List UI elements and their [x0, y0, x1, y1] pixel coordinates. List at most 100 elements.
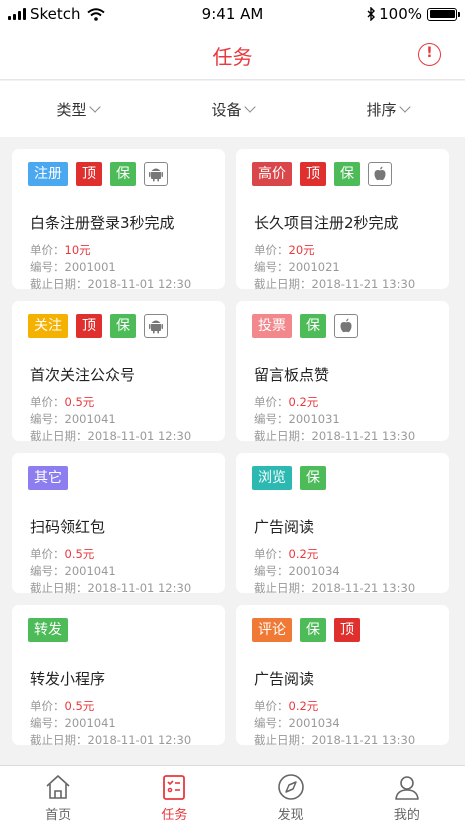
task-tag: 保 [300, 314, 326, 338]
page-title: 任务 [212, 45, 253, 69]
status-right: 100% [367, 5, 460, 23]
task-tag: 转发 [28, 618, 68, 642]
task-price: 单价：20元 [254, 242, 315, 258]
tag-row: 浏览保 [252, 466, 326, 490]
filter-device-label: 设备 [211, 100, 242, 119]
tag-row: 转发 [28, 618, 68, 642]
task-code: 编号：2001001 [30, 259, 116, 275]
task-code: 编号：2001041 [30, 715, 116, 731]
task-price: 单价：0.5元 [30, 546, 94, 562]
task-price-value: 10元 [64, 243, 91, 257]
filter-sort-label: 排序 [366, 100, 397, 119]
task-code: 编号：2001041 [30, 411, 116, 427]
task-price-value: 0.2元 [288, 699, 319, 713]
tab-bar: 首页 任务 发现 我的 [0, 765, 465, 826]
task-card[interactable]: 评论保顶广告阅读单价：0.2元 编号：2001034 截止日期：2018-11-21… [236, 605, 449, 748]
filter-bar: 类型 设备 排序 [0, 81, 465, 137]
task-price-value: 20元 [288, 243, 315, 257]
task-deadline-value: 2018-11-21 13:30 [311, 733, 416, 747]
task-code-label: 编号： [254, 412, 289, 426]
chevron-down-icon [243, 101, 256, 113]
task-code: 编号：2001034 [254, 715, 340, 731]
task-code-label: 编号： [30, 412, 65, 426]
tag-row: 高价顶保 [252, 162, 392, 186]
alert-icon[interactable]: ! [418, 43, 441, 66]
task-title: 扫码领红包 [30, 518, 106, 536]
task-price: 单价：0.2元 [254, 698, 318, 714]
task-card[interactable]: 转发 转发小程序 单价：0.5元 编号：2001041 截止日期：2018-11-01 … [12, 605, 225, 747]
task-card[interactable]: 高价顶保长久项目注册2秒完成 单价：20元 编号：2001021 截止日期：2018-… [236, 149, 449, 291]
task-tag: 关注 [28, 314, 68, 338]
tag-row: 评论保顶 [252, 618, 360, 642]
filter-sort[interactable]: 排序 [310, 81, 465, 137]
task-tag: 投票 [252, 314, 292, 338]
task-code: 编号：2001034 [254, 563, 340, 579]
task-deadline-label: 截止日期： [254, 429, 312, 443]
task-code-value: 2001034 [288, 716, 340, 730]
tab-task[interactable]: 任务 [116, 766, 232, 826]
bluetooth-icon [367, 7, 376, 21]
task-code-label: 编号： [30, 564, 65, 578]
task-price-value: 0.5元 [64, 395, 95, 409]
tab-discover[interactable]: 发现 [233, 766, 349, 826]
tag-row: 投票保 [252, 314, 358, 338]
task-code-label: 编号： [254, 260, 289, 274]
task-code-value: 2001021 [288, 260, 340, 274]
task-price: 单价：10元 [30, 242, 91, 258]
task-price-value: 0.5元 [64, 699, 95, 713]
task-tag: 保 [300, 466, 326, 490]
task-title: 广告阅读 [254, 518, 315, 536]
task-tag: 顶 [76, 314, 102, 338]
task-price: 单价：0.5元 [30, 394, 94, 410]
task-card[interactable]: 关注顶保首次关注公众号 单价：0.5元 编号：2001041 截止日期：2018-11… [12, 301, 225, 443]
task-deadline-label: 截止日期： [30, 429, 88, 443]
task-code-label: 编号： [254, 564, 289, 578]
task-card[interactable]: 浏览保广告阅读 单价：0.2元 编号：2001034 截止日期：2018-11-21 … [236, 453, 449, 596]
task-price-label: 单价： [254, 243, 289, 257]
task-card[interactable]: 投票保留言板点赞 单价：0.2元 编号：2001031 截止日期：2018-11-21… [236, 301, 449, 443]
task-tag: 浏览 [252, 466, 292, 490]
task-card[interactable]: 注册顶保白条注册登录3秒完成 单价：10元 编号：2001001 截止日期：2018-… [12, 149, 225, 292]
task-deadline-label: 截止日期： [254, 277, 312, 291]
status-bar: Sketch 9:41 AM 100% [0, 0, 465, 28]
task-deadline-label: 截止日期： [30, 581, 88, 595]
task-deadline-value: 2018-11-01 12:30 [87, 581, 192, 595]
chevron-down-icon [88, 101, 101, 113]
task-code-value: 2001001 [64, 260, 116, 274]
task-code-value: 2001041 [64, 716, 116, 730]
home-icon [46, 775, 70, 799]
task-tag: 其它 [28, 466, 68, 490]
task-deadline: 截止日期：2018-11-21 13:30 [254, 732, 415, 748]
tab-mine[interactable]: 我的 [349, 766, 465, 826]
task-code: 编号：2001041 [30, 563, 116, 579]
tab-mine-label: 我的 [393, 808, 420, 823]
tag-row: 其它 [28, 466, 68, 490]
task-title: 广告阅读 [254, 670, 315, 688]
task-deadline: 截止日期：2018-11-21 13:30 [254, 580, 415, 596]
tab-home[interactable]: 首页 [0, 766, 116, 826]
apple-icon [368, 162, 392, 186]
android-icon [144, 314, 168, 338]
filter-device[interactable]: 设备 [155, 81, 310, 137]
filter-type[interactable]: 类型 [0, 81, 155, 137]
task-card[interactable]: 其它扫码领红包单价：0.5元 编号：2001041 截止日期：2018-11-01 … [12, 453, 225, 595]
task-title: 首次关注公众号 [30, 366, 136, 384]
task-tag: 顶 [334, 618, 360, 642]
task-code-value: 2001041 [64, 412, 116, 426]
tag-row: 关注顶保 [28, 314, 168, 338]
task-price-label: 单价： [30, 243, 65, 257]
task-code: 编号：2001031 [254, 411, 340, 427]
task-code-label: 编号： [30, 716, 65, 730]
filter-type-label: 类型 [56, 100, 87, 119]
task-tag: 高价 [252, 162, 292, 186]
task-tag: 保 [334, 162, 360, 186]
task-tag: 保 [300, 618, 326, 642]
task-deadline: 截止日期：2018-11-01 12:30 [30, 276, 191, 292]
task-price-value: 0.2元 [288, 547, 319, 561]
tag-row: 注册顶保 [28, 162, 168, 186]
task-deadline-value: 2018-11-21 13:30 [311, 429, 416, 443]
task-tag: 保 [110, 162, 136, 186]
task-code: 编号：2001021 [254, 259, 340, 275]
task-title: 白条注册登录3秒完成 [30, 214, 175, 232]
task-deadline-value: 2018-11-21 13:30 [311, 277, 416, 291]
